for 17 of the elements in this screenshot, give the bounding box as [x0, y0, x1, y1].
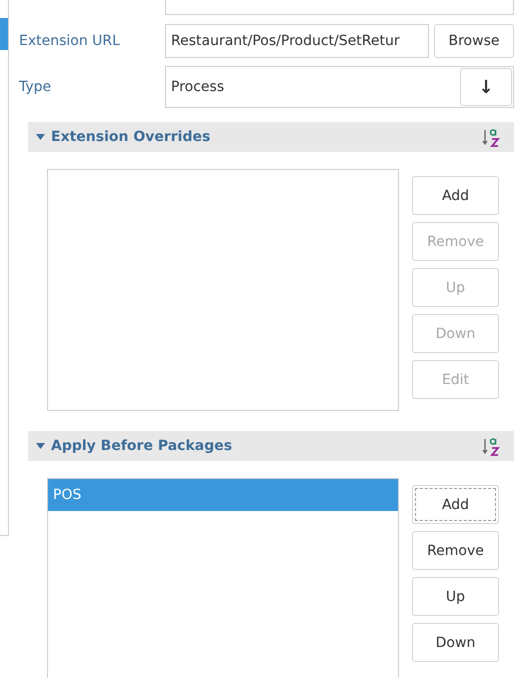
browse-button[interactable]: Browse	[434, 24, 514, 58]
type-dropdown[interactable]: Process ↓	[165, 66, 514, 108]
field-label: Extension URL	[19, 33, 121, 49]
section-title: Apply Before Packages	[51, 438, 234, 454]
section-header[interactable]: Apply Before Packages	[28, 431, 514, 461]
field-label: Type	[19, 79, 52, 95]
action-button[interactable]: Remove	[412, 531, 499, 570]
section-title: Extension Overrides	[51, 129, 212, 145]
action-button[interactable]: Up	[412, 577, 499, 616]
section-header[interactable]: Extension Overrides	[28, 122, 514, 152]
action-button[interactable]: Add	[412, 485, 499, 524]
url-field[interactable]: Restaurant/Pos/Product/SetRetur	[165, 24, 429, 58]
input-field[interactable]	[165, 0, 514, 15]
action-button[interactable]: Down	[412, 623, 499, 662]
selected-list-item	[0, 18, 8, 50]
action-button[interactable]: Add	[412, 176, 499, 215]
dropdown-button[interactable]: ↓	[460, 68, 512, 106]
